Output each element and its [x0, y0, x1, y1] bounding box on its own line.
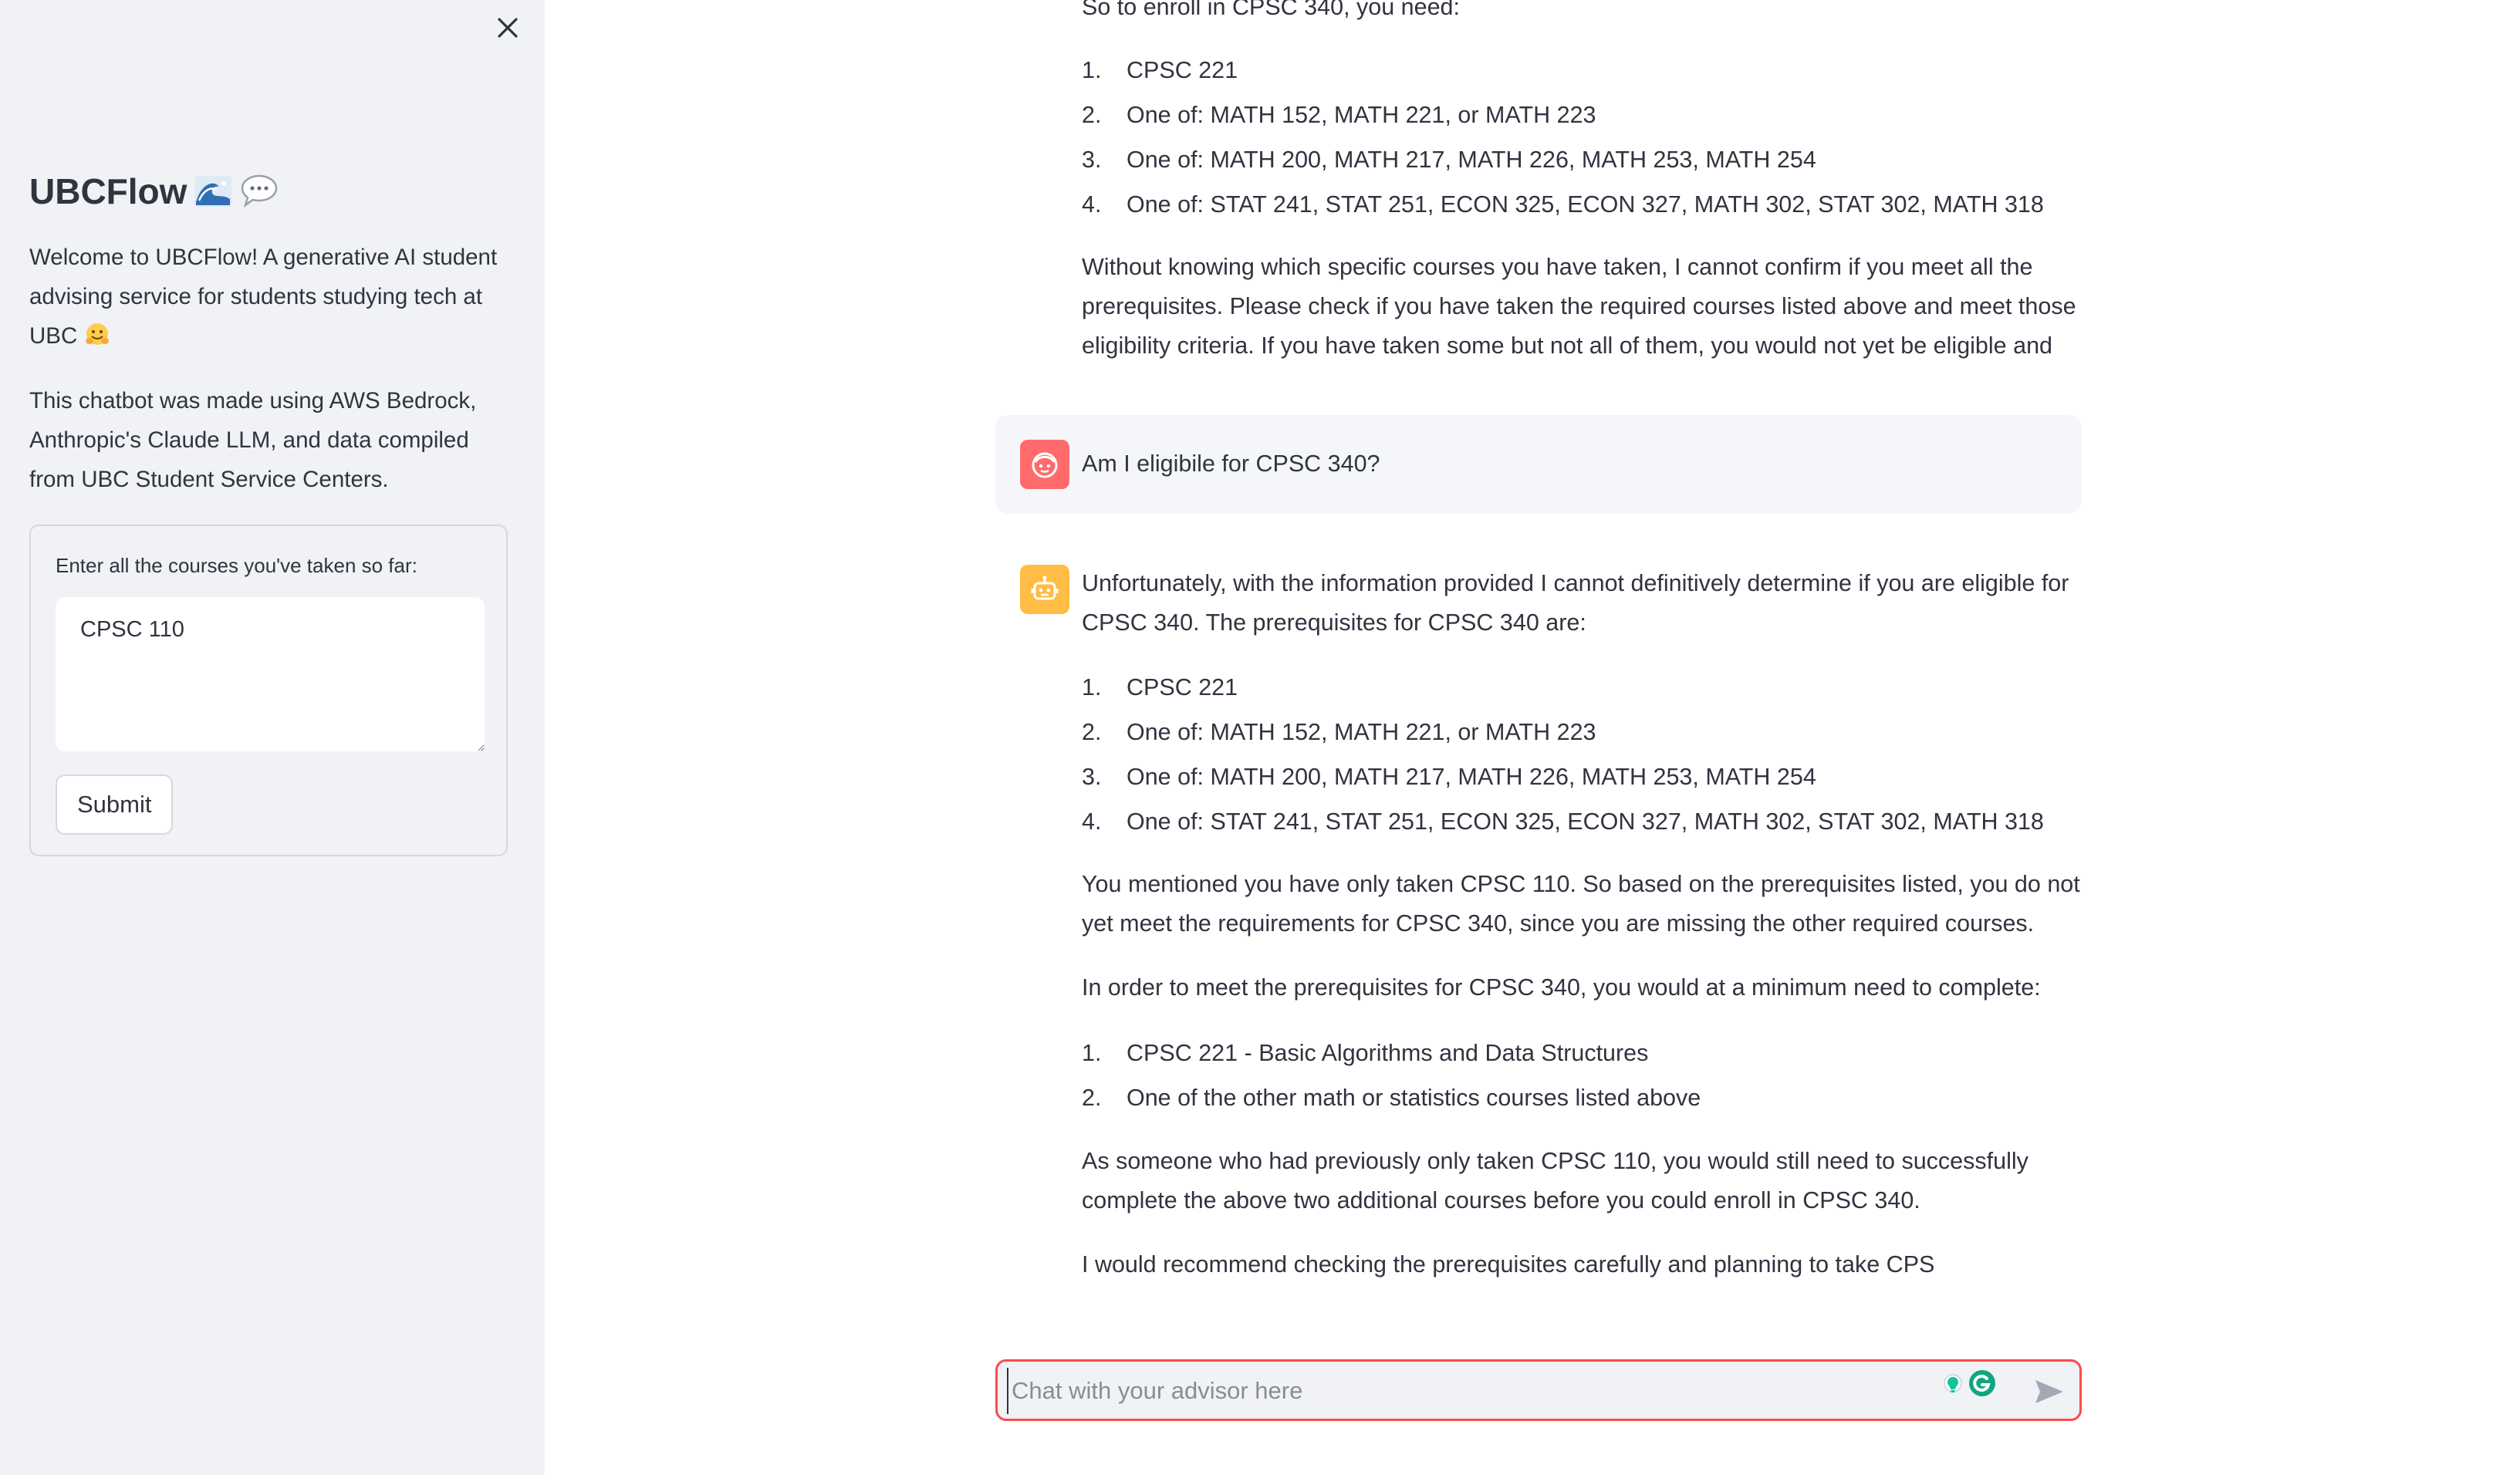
- send-icon: [2035, 1380, 2063, 1403]
- list-item: 3. One of: MATH 200, MATH 217, MATH 226, …: [1082, 754, 2085, 799]
- assistant-avatar: [1020, 565, 1069, 614]
- list-text: One of: MATH 200, MATH 217, MATH 226, MA…: [1127, 147, 1816, 173]
- hugging-face-icon: [85, 323, 109, 345]
- list-text: CPSC 221: [1127, 57, 1238, 83]
- assistant-paragraph: I would recommend checking the prerequis…: [1082, 1251, 1935, 1278]
- user-avatar: [1020, 440, 1069, 489]
- list-number: 1.: [1082, 1040, 1102, 1066]
- list-number: 4.: [1082, 808, 1102, 835]
- wave-icon: [194, 176, 232, 207]
- list-text: CPSC 221: [1127, 674, 1238, 700]
- courses-textarea[interactable]: CPSC 110: [56, 597, 485, 751]
- grammarly-icon[interactable]: [1936, 1368, 2005, 1406]
- list-number: 1.: [1082, 674, 1102, 700]
- list-number: 2.: [1082, 102, 1102, 128]
- assistant-paragraph: Unfortunately, with the information prov…: [1082, 570, 2069, 636]
- close-icon: [498, 18, 518, 38]
- list-item: 3. One of: MATH 200, MATH 217, MATH 226, …: [1082, 137, 2085, 182]
- list-text: One of: MATH 200, MATH 217, MATH 226, MA…: [1127, 764, 1816, 790]
- prev-assistant-prereq-list: 1. CPSC 221 2. One of: MATH 152, MATH 221,…: [1082, 48, 2085, 227]
- assistant-paragraph: As someone who had previously only taken…: [1082, 1148, 2028, 1213]
- prev-assistant-intro: So to enroll in CPSC 340, you need:: [1082, 0, 1460, 20]
- sidebar: UBCFlow Welcome to UBCFlow! A generative…: [0, 0, 545, 1475]
- list-number: 1.: [1082, 57, 1102, 83]
- list-number: 4.: [1082, 191, 1102, 218]
- assistant-prereq-list: 1. CPSC 221 2. One of: MATH 152, MATH 221,…: [1082, 665, 2085, 844]
- list-item: 1. CPSC 221: [1082, 665, 2085, 710]
- list-number: 3.: [1082, 764, 1102, 790]
- list-item: 2. One of: MATH 152, MATH 221, or MATH 22…: [1082, 710, 2085, 754]
- submit-button[interactable]: Submit: [56, 775, 174, 835]
- chat-input-container: [995, 1359, 2082, 1421]
- list-text: One of the other math or statistics cour…: [1127, 1085, 1701, 1111]
- user-message-text: Am I eligibile for CPSC 340?: [1082, 451, 1380, 477]
- speech-bubble-icon: [242, 174, 278, 208]
- user-message: Am I eligibile for CPSC 340?: [995, 415, 2082, 514]
- courses-form: Enter all the courses you've taken so fa…: [29, 525, 508, 856]
- assistant-paragraph: In order to meet the prerequisites for C…: [1082, 974, 2041, 1001]
- intro-text: Welcome to UBCFlow! A generative AI stud…: [29, 238, 515, 356]
- list-number: 2.: [1082, 1085, 1102, 1111]
- list-text: One of: MATH 152, MATH 221, or MATH 223: [1127, 102, 1596, 128]
- list-text: One of: MATH 152, MATH 221, or MATH 223: [1127, 719, 1596, 745]
- list-item: 4. One of: STAT 241, STAT 251, ECON 325, …: [1082, 182, 2085, 227]
- list-text: One of: STAT 241, STAT 251, ECON 325, EC…: [1127, 808, 2044, 835]
- list-text: One of: STAT 241, STAT 251, ECON 325, EC…: [1127, 191, 2044, 218]
- prev-assistant-closing: Without knowing which specific courses y…: [1082, 254, 2076, 359]
- user-face-icon: [1032, 452, 1058, 478]
- list-text: CPSC 221 - Basic Algorithms and Data Str…: [1127, 1040, 1649, 1066]
- courses-label: Enter all the courses you've taken so fa…: [56, 554, 417, 577]
- app-title-text: UBCFlow: [29, 171, 187, 211]
- assistant-paragraph: You mentioned you have only taken CPSC 1…: [1082, 871, 2080, 937]
- tech-note-text: This chatbot was made using AWS Bedrock,…: [29, 388, 477, 492]
- robot-icon: [1031, 575, 1059, 600]
- list-item: 1. CPSC 221 - Basic Algorithms and Data S…: [1082, 1031, 2085, 1075]
- send-button[interactable]: [2032, 1375, 2067, 1408]
- app-title: UBCFlow: [29, 165, 279, 218]
- list-item: 1. CPSC 221: [1082, 48, 2085, 93]
- list-item: 2. One of: MATH 152, MATH 221, or MATH 22…: [1082, 93, 2085, 137]
- list-item: 2. One of the other math or statistics co…: [1082, 1075, 2085, 1120]
- assistant-required-courses-list: 1. CPSC 221 - Basic Algorithms and Data S…: [1082, 1031, 2085, 1120]
- chat-input[interactable]: [1007, 1368, 1939, 1414]
- list-number: 2.: [1082, 719, 1102, 745]
- list-item: 4. One of: STAT 241, STAT 251, ECON 325, …: [1082, 799, 2085, 844]
- close-sidebar-button[interactable]: [491, 11, 525, 45]
- list-number: 3.: [1082, 147, 1102, 173]
